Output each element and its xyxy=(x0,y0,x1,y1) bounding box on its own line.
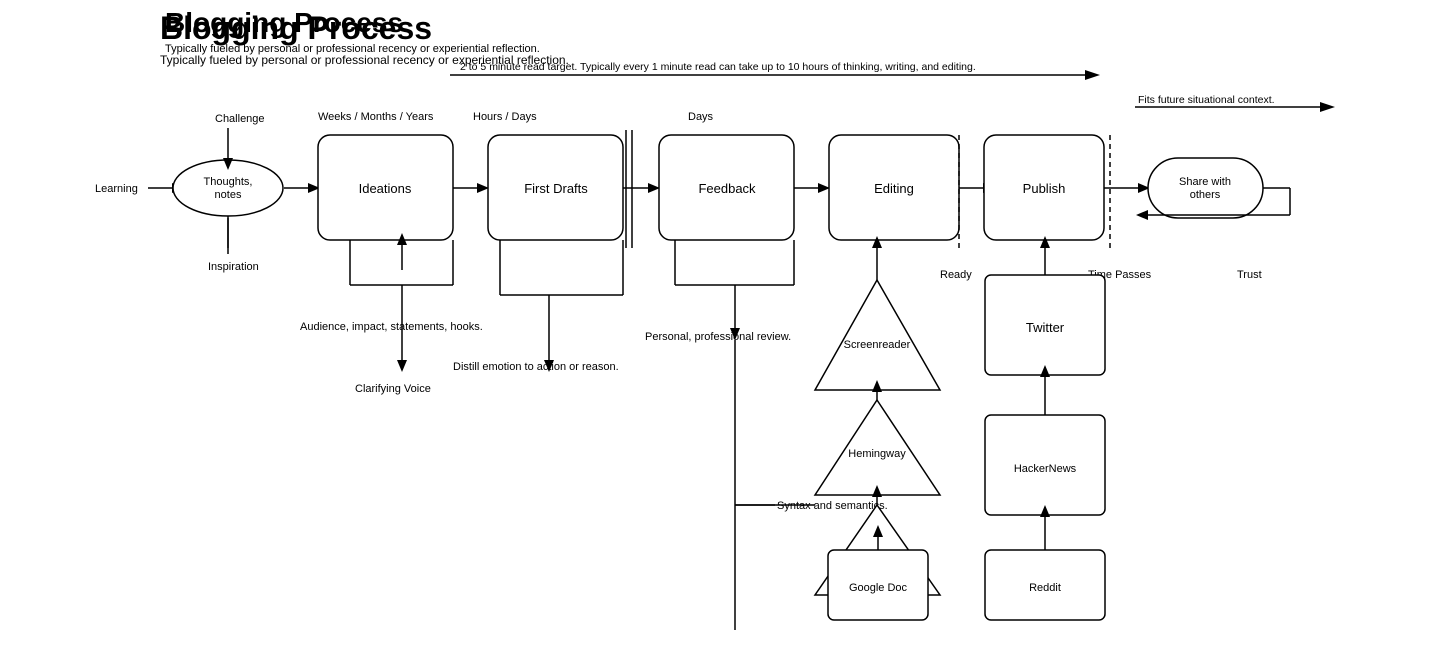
page-title: Blogging Process xyxy=(160,10,569,47)
svg-text:Editing: Editing xyxy=(874,181,914,196)
svg-text:Time Passes: Time Passes xyxy=(1088,269,1152,281)
svg-text:Grammarly: Grammarly xyxy=(850,549,905,561)
svg-text:Publish: Publish xyxy=(1023,181,1066,196)
page-subtitle: Typically fueled by personal or professi… xyxy=(160,53,569,67)
svg-text:Audience, impact, statements,: Audience, impact, statements, hooks. xyxy=(300,321,483,333)
svg-text:Days: Days xyxy=(688,111,714,123)
svg-text:Learning: Learning xyxy=(95,183,138,195)
svg-text:HackerNews: HackerNews xyxy=(1014,463,1077,475)
svg-text:Distill emotion to action or r: Distill emotion to action or reason. xyxy=(453,361,619,373)
svg-text:Hours / Days: Hours / Days xyxy=(473,111,537,123)
svg-text:others: others xyxy=(1190,189,1221,201)
svg-text:Ready: Ready xyxy=(940,269,972,281)
svg-text:Inspiration: Inspiration xyxy=(208,261,259,273)
svg-text:Syntax and semantics.: Syntax and semantics. xyxy=(777,500,888,512)
svg-text:Clarifying Voice: Clarifying Voice xyxy=(355,383,431,395)
svg-text:Thoughts,: Thoughts, xyxy=(204,176,253,188)
svg-text:Screenreader: Screenreader xyxy=(844,339,911,351)
svg-text:notes: notes xyxy=(215,189,242,201)
svg-text:Twitter: Twitter xyxy=(1026,320,1065,335)
svg-text:Google Doc: Google Doc xyxy=(849,582,908,594)
svg-text:Personal, professional review.: Personal, professional review. xyxy=(645,331,791,343)
svg-text:Ideations: Ideations xyxy=(359,181,412,196)
svg-text:Reddit: Reddit xyxy=(1029,582,1061,594)
svg-text:First Drafts: First Drafts xyxy=(524,181,588,196)
svg-text:Trust: Trust xyxy=(1237,269,1262,281)
svg-text:Weeks / Months / Years: Weeks / Months / Years xyxy=(318,111,434,123)
svg-text:Challenge: Challenge xyxy=(215,113,265,125)
svg-text:Hemingway: Hemingway xyxy=(848,448,906,460)
svg-text:Feedback: Feedback xyxy=(698,181,756,196)
svg-text:Share with: Share with xyxy=(1179,176,1231,188)
svg-text:Fits future situational contex: Fits future situational context. xyxy=(1138,94,1275,106)
